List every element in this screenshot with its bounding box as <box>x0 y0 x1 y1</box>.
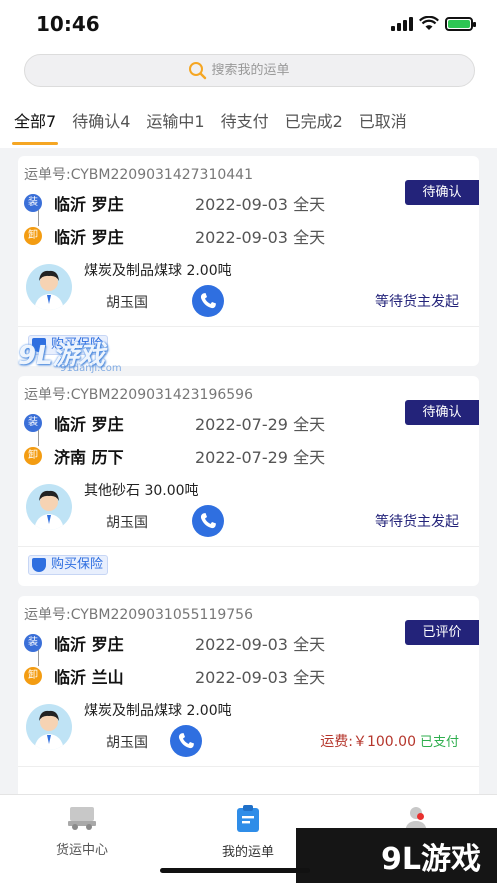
tab-pending-confirm[interactable]: 待确认4 <box>64 99 138 147</box>
cargo-info: 煤炭及制品煤球 2.00吨 <box>84 703 232 719</box>
nav-my-waybill[interactable]: 我的运单 <box>188 805 308 860</box>
phone-icon <box>200 513 216 529</box>
unload-pin-icon: 卸 <box>24 226 42 245</box>
driver-avatar <box>26 264 72 310</box>
insurance-icon <box>32 558 46 572</box>
nav-label: 我的运单 <box>221 845 274 860</box>
fee-amount: 运费:￥100.00 <box>320 734 416 750</box>
tab-all[interactable]: 全部7 <box>6 99 64 147</box>
waybill-icon <box>237 805 259 832</box>
status-bar: 10:46 <box>0 0 497 48</box>
status-icons <box>391 16 476 31</box>
phone-call-button[interactable] <box>192 285 224 317</box>
freight-fee: 运费:￥100.00 已支付 <box>320 731 459 751</box>
load-pin-icon: 装 <box>24 413 42 432</box>
phone-icon <box>200 293 216 309</box>
unload-pin-icon: 卸 <box>24 446 42 465</box>
load-date: 2022-09-03 全天 <box>195 634 326 654</box>
nav-freight-center[interactable]: 货运中心 <box>22 805 142 858</box>
tab-completed[interactable]: 已完成2 <box>277 99 351 147</box>
nav-label: 货运中心 <box>55 843 108 858</box>
truck-icon <box>68 807 96 830</box>
order-number: 运单号:CYBM2209031423196596 <box>24 387 253 403</box>
driver-name: 胡玉国 <box>106 515 148 531</box>
load-pin-icon: 装 <box>24 633 42 652</box>
phone-call-button[interactable] <box>170 725 202 757</box>
home-indicator <box>160 868 310 873</box>
origin-city: 临沂 罗庄 <box>54 194 124 214</box>
unload-date: 2022-09-03 全天 <box>195 227 326 247</box>
destination-city: 临沂 罗庄 <box>54 227 124 247</box>
driver-avatar <box>26 704 72 750</box>
battery-icon <box>445 16 476 31</box>
load-date: 2022-09-03 全天 <box>195 194 326 214</box>
order-card[interactable]: 运单号:CYBM2209031055119756 已评价 装 临沂 罗庄 202… <box>18 596 479 794</box>
signal-icon <box>391 16 413 31</box>
driver-name: 胡玉国 <box>106 735 148 751</box>
phone-call-button[interactable] <box>192 505 224 537</box>
wifi-icon <box>419 16 439 30</box>
unload-pin-icon: 卸 <box>24 666 42 685</box>
paid-status: 已支付 <box>419 735 459 750</box>
origin-city: 临沂 罗庄 <box>54 414 124 434</box>
tab-cancelled[interactable]: 已取消 <box>351 99 415 147</box>
driver-name: 胡玉国 <box>106 295 148 311</box>
status-badge: 待确认 <box>405 180 479 205</box>
order-list: 运单号:CYBM2209031427310441 待确认 装 临沂 罗庄 202… <box>0 148 497 794</box>
search-icon <box>188 61 206 79</box>
load-date: 2022-07-29 全天 <box>195 414 326 434</box>
insurance-label: 购买保险 <box>51 557 104 572</box>
status-badge: 待确认 <box>405 400 479 425</box>
buy-insurance-button[interactable]: 购买保险 <box>28 555 109 575</box>
search-box[interactable] <box>24 54 475 87</box>
destination-city: 济南 历下 <box>54 447 124 467</box>
order-card[interactable]: 运单号:CYBM2209031423196596 待确认 装 临沂 罗庄 202… <box>18 376 479 586</box>
origin-city: 临沂 罗庄 <box>54 634 124 654</box>
notification-dot <box>417 813 424 820</box>
status-badge: 已评价 <box>405 620 479 645</box>
order-number: 运单号:CYBM2209031427310441 <box>24 167 253 183</box>
cargo-info: 煤炭及制品煤球 2.00吨 <box>84 263 232 279</box>
watermark-url: 91danji.com <box>60 363 122 374</box>
unload-date: 2022-09-03 全天 <box>195 667 326 687</box>
unload-date: 2022-07-29 全天 <box>195 447 326 467</box>
tab-pending-payment[interactable]: 待支付 <box>213 99 277 147</box>
load-pin-icon: 装 <box>24 193 42 212</box>
order-status-text: 等待货主发起 <box>375 514 459 530</box>
watermark-logo-bottom: 9L游戏 <box>296 828 497 883</box>
phone-icon <box>178 733 194 749</box>
search-bar <box>0 48 497 98</box>
cargo-info: 其他砂石 30.00吨 <box>84 483 199 499</box>
tab-in-transit[interactable]: 运输中1 <box>138 99 212 147</box>
driver-avatar <box>26 484 72 530</box>
order-status-text: 等待货主发起 <box>375 294 459 310</box>
status-time: 10:46 <box>36 12 100 36</box>
status-tabs: 全部7 待确认4 运输中1 待支付 已完成2 已取消 <box>0 98 497 148</box>
order-number: 运单号:CYBM2209031055119756 <box>24 607 253 623</box>
destination-city: 临沂 兰山 <box>54 667 124 687</box>
search-input[interactable] <box>211 63 312 78</box>
